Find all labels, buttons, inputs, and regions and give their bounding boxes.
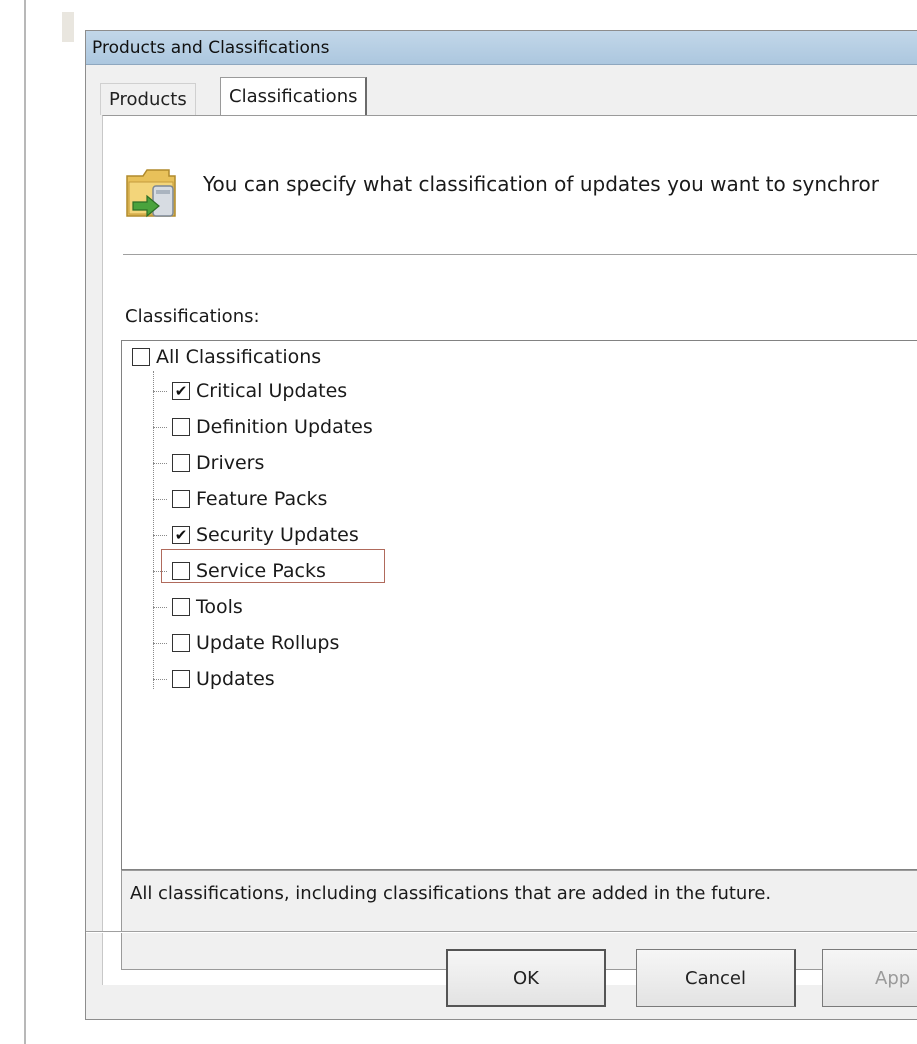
checkbox-tools[interactable] <box>172 598 190 616</box>
checkbox-feature-packs[interactable] <box>172 490 190 508</box>
tab-products[interactable]: Products <box>100 83 196 115</box>
left-border-line <box>24 0 26 1044</box>
tree-item-drivers[interactable]: Drivers <box>172 449 264 477</box>
tree-connector <box>153 463 167 464</box>
checkbox-security-updates[interactable]: ✔ <box>172 526 190 544</box>
tree-item-tools[interactable]: Tools <box>172 593 243 621</box>
tree-item-label: Service Packs <box>196 560 326 582</box>
info-text: You can specify what classification of u… <box>203 172 879 196</box>
apply-button[interactable]: App <box>822 949 917 1007</box>
ok-button[interactable]: OK <box>446 949 606 1007</box>
checkbox-critical-updates[interactable]: ✔ <box>172 382 190 400</box>
checkbox-definition-updates[interactable] <box>172 418 190 436</box>
tree-item-critical-updates[interactable]: ✔ Critical Updates <box>172 377 347 405</box>
checkbox-drivers[interactable] <box>172 454 190 472</box>
checkbox-update-rollups[interactable] <box>172 634 190 652</box>
tree-item-updates[interactable]: Updates <box>172 665 275 693</box>
tree-item-label: Tools <box>196 596 243 618</box>
checkbox-updates[interactable] <box>172 670 190 688</box>
tree-item-label: Drivers <box>196 452 265 474</box>
tree-item-security-updates[interactable]: ✔ Security Updates <box>172 521 359 549</box>
cancel-button[interactable]: Cancel <box>636 949 796 1007</box>
folder-sync-icon <box>126 169 176 218</box>
tree-connector <box>153 679 167 680</box>
tree-item-label: Security Updates <box>196 524 359 546</box>
tree-item-label: Critical Updates <box>196 380 348 402</box>
tree-connector <box>153 643 167 644</box>
tree-connector <box>153 499 167 500</box>
tree-item-all-classifications[interactable]: All Classifications <box>132 343 321 371</box>
products-classifications-dialog: Products and Classifications Products Cl… <box>85 30 917 1020</box>
tree-item-label: All Classifications <box>156 346 322 368</box>
classifications-tree[interactable]: All Classifications ✔ Critical Updates D… <box>121 340 917 870</box>
classifications-panel: You can specify what classification of u… <box>102 115 917 985</box>
tree-connector-line <box>153 371 154 689</box>
tree-item-label: Updates <box>196 668 275 690</box>
background-fragment <box>62 12 74 42</box>
checkbox-all-classifications[interactable] <box>132 348 150 366</box>
tree-item-update-rollups[interactable]: Update Rollups <box>172 629 339 657</box>
checkbox-service-packs[interactable] <box>172 562 190 580</box>
tree-connector <box>153 427 167 428</box>
dialog-title: Products and Classifications <box>86 31 917 65</box>
tree-item-feature-packs[interactable]: Feature Packs <box>172 485 327 513</box>
tree-connector <box>153 535 167 536</box>
tab-classifications[interactable]: Classifications <box>220 77 368 115</box>
classifications-label: Classifications: <box>125 306 260 327</box>
tree-item-label: Definition Updates <box>196 416 373 438</box>
separator <box>123 254 917 256</box>
tree-item-label: Feature Packs <box>196 488 328 510</box>
tree-item-label: Update Rollups <box>196 632 340 654</box>
tree-connector <box>153 607 167 608</box>
tree-item-definition-updates[interactable]: Definition Updates <box>172 413 373 441</box>
tree-connector <box>153 391 167 392</box>
footer-separator <box>86 931 917 933</box>
tree-connector <box>153 571 167 572</box>
tree-item-service-packs[interactable]: Service Packs <box>172 557 326 585</box>
